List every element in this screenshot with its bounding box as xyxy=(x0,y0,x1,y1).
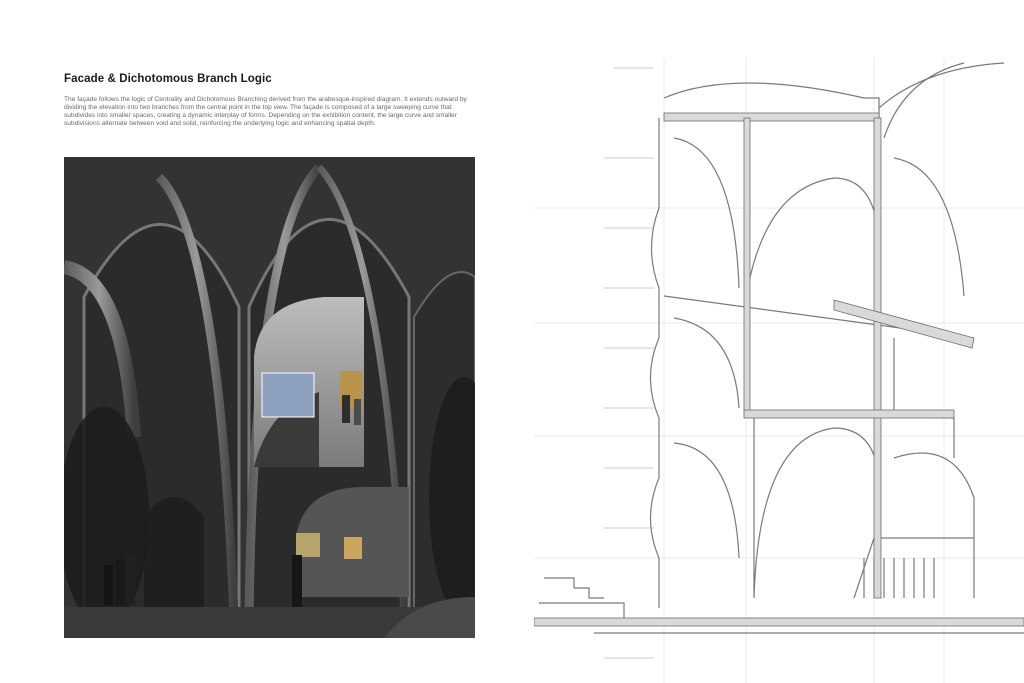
facade-render-image xyxy=(64,157,475,638)
section-drawing-image xyxy=(534,58,1024,683)
panel-title: Facade & Dichotomous Branch Logic xyxy=(64,73,272,85)
panel-description: The façade follows the logic of Centrali… xyxy=(64,96,467,127)
